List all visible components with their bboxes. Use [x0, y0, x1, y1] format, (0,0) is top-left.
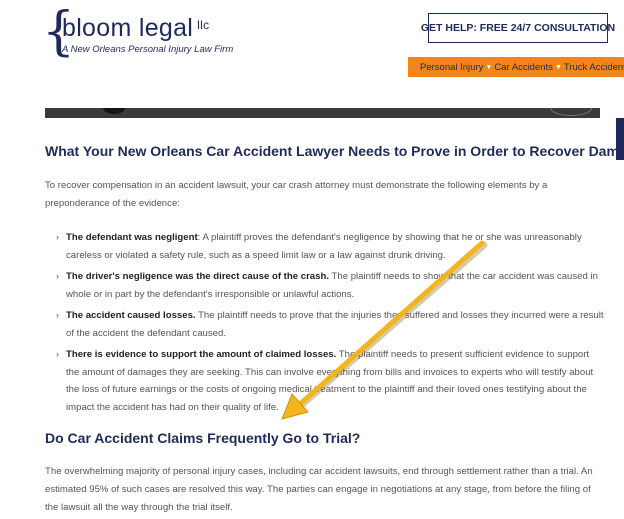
nav-item-personal-injury[interactable]: Personal Injury ▼	[420, 62, 494, 73]
hero-image-detail	[550, 108, 592, 116]
list-item: › The driver's negligence was the direct…	[56, 268, 604, 303]
chevron-right-icon: ›	[56, 232, 59, 242]
nav-item-car-accidents[interactable]: Car Accidents ▼	[494, 62, 564, 73]
nav-item-truck-accidents[interactable]: Truck Accidents▼	[564, 62, 624, 73]
list-item: › The defendant was negligent: A plainti…	[56, 229, 604, 264]
hero-image	[45, 108, 600, 118]
list-item: › There is evidence to support the amoun…	[56, 346, 604, 416]
chevron-right-icon: ›	[56, 310, 59, 320]
chevron-down-icon: ▼	[485, 63, 493, 71]
list-item-bold: The defendant was negligent	[66, 232, 198, 243]
consultation-button[interactable]: GET HELP: FREE 24/7 CONSULTATION	[421, 13, 615, 43]
section-heading: What Your New Orleans Car Accident Lawye…	[45, 143, 624, 159]
main-nav: Personal Injury ▼ Car Accidents ▼ Truck Ac…	[408, 57, 624, 77]
chevron-right-icon: ›	[56, 271, 59, 281]
hero-image-detail	[103, 108, 125, 114]
trial-paragraph: The overwhelming majority of personal in…	[45, 466, 593, 513]
brand-suffix: llc	[197, 18, 210, 32]
elements-list: › The defendant was negligent: A plainti…	[56, 229, 604, 420]
site-header: { bloom legal llc A New Orleans Personal …	[0, 0, 624, 108]
brand-name: bloom legal llc	[62, 14, 210, 42]
list-item-bold: There is evidence to support the amount …	[66, 349, 337, 360]
intro-paragraph: To recover compensation in an accident l…	[45, 180, 548, 209]
list-item-bold: The accident caused losses.	[66, 310, 196, 321]
list-item: › The accident caused losses. The plaint…	[56, 307, 604, 342]
chevron-right-icon: ›	[56, 349, 59, 359]
chevron-down-icon: ▼	[554, 63, 562, 71]
list-item-bold: The driver's negligence was the direct c…	[66, 271, 330, 282]
section-heading: Do Car Accident Claims Frequently Go to …	[45, 430, 361, 446]
brand-tagline: A New Orleans Personal Injury Law Firm	[62, 44, 234, 55]
